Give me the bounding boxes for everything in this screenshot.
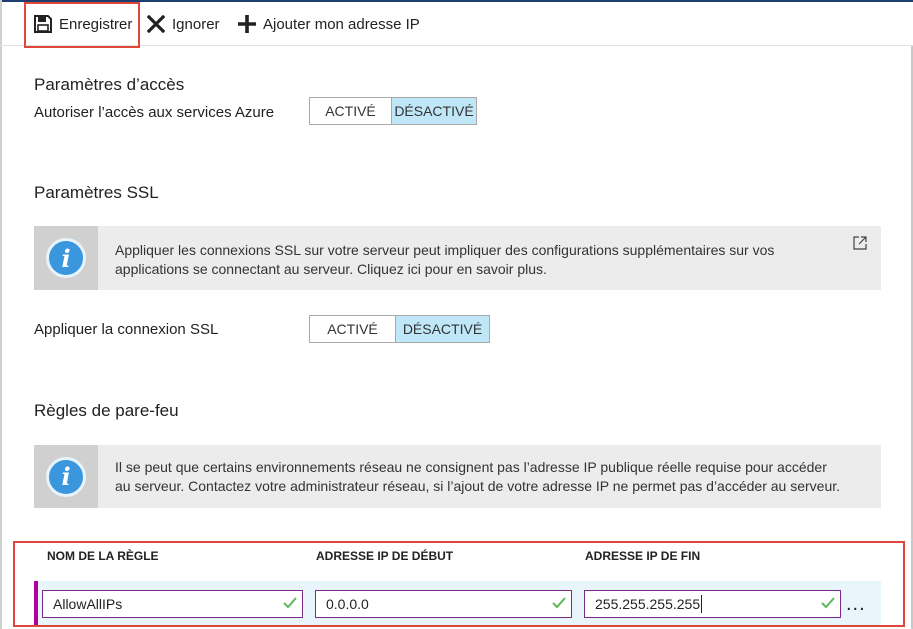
info-icon-panel: i <box>34 226 98 290</box>
column-header-start-ip: ADRESSE IP DE DÉBUT <box>316 549 454 563</box>
discard-label: Ignorer <box>172 15 220 33</box>
discard-button[interactable]: Ignorer <box>146 12 220 36</box>
rule-name-input[interactable]: AllowAllIPs <box>42 590 303 618</box>
add-my-ip-button[interactable]: Ajouter mon adresse IP <box>237 12 420 36</box>
row-selection-marker <box>34 581 38 625</box>
info-icon: i <box>46 456 86 497</box>
toggle-off-option[interactable]: DÉSACTIVÉ <box>391 98 476 124</box>
info-icon-panel: i <box>34 445 98 508</box>
checkmark-icon <box>552 597 566 609</box>
close-icon <box>146 14 166 34</box>
end-ip-input[interactable]: 255.255.255.255 <box>584 590 841 618</box>
ssl-info-line: applications se connectant au serveur. C… <box>115 261 547 277</box>
window-left-border <box>0 0 2 629</box>
enforce-ssl-toggle[interactable]: ACTIVÉ DÉSACTIVÉ <box>309 315 490 343</box>
toggle-off-option[interactable]: DÉSACTIVÉ <box>395 316 489 342</box>
allow-azure-services-toggle[interactable]: ACTIVÉ DÉSACTIVÉ <box>309 97 477 125</box>
text-cursor <box>701 595 703 613</box>
plus-icon <box>238 15 256 33</box>
rule-name-value: AllowAllIPs <box>53 596 123 612</box>
access-settings-title: Paramètres d’accès <box>34 75 185 94</box>
checkmark-icon <box>283 597 297 609</box>
firewall-info-line: au serveur. Contactez votre administrate… <box>115 478 841 494</box>
external-link-icon[interactable] <box>853 236 867 250</box>
end-ip-value: 255.255.255.255 <box>595 596 701 612</box>
save-button-highlight <box>24 2 140 48</box>
column-header-end-ip: ADRESSE IP DE FIN <box>585 549 701 563</box>
firewall-rules-title: Règles de pare-feu <box>34 401 179 420</box>
add-ip-label: Ajouter mon adresse IP <box>263 15 420 33</box>
allow-azure-services-label: Autoriser l’accès aux services Azure <box>34 104 275 121</box>
firewall-info-banner: i Il se peut que certains environnements… <box>34 445 881 508</box>
toggle-on-option[interactable]: ACTIVÉ <box>310 316 395 342</box>
more-options-button[interactable]: ... <box>846 593 866 616</box>
ssl-info-text: Appliquer les connexions SSL sur votre s… <box>115 241 774 279</box>
firewall-info-line: Il se peut que certains environnements r… <box>115 459 827 475</box>
ssl-info-banner[interactable]: i Appliquer les connexions SSL sur votre… <box>34 226 881 290</box>
start-ip-value: 0.0.0.0 <box>326 596 369 612</box>
firewall-info-text: Il se peut que certains environnements r… <box>115 458 840 496</box>
enforce-ssl-label: Appliquer la connexion SSL <box>34 321 219 338</box>
column-header-rule-name: NOM DE LA RÈGLE <box>47 549 159 563</box>
toggle-on-option[interactable]: ACTIVÉ <box>310 98 391 124</box>
info-icon: i <box>46 238 86 278</box>
checkmark-icon <box>821 597 835 609</box>
start-ip-input[interactable]: 0.0.0.0 <box>315 590 572 618</box>
ssl-info-line: Appliquer les connexions SSL sur votre s… <box>115 242 775 258</box>
ssl-settings-title: Paramètres SSL <box>34 183 159 202</box>
